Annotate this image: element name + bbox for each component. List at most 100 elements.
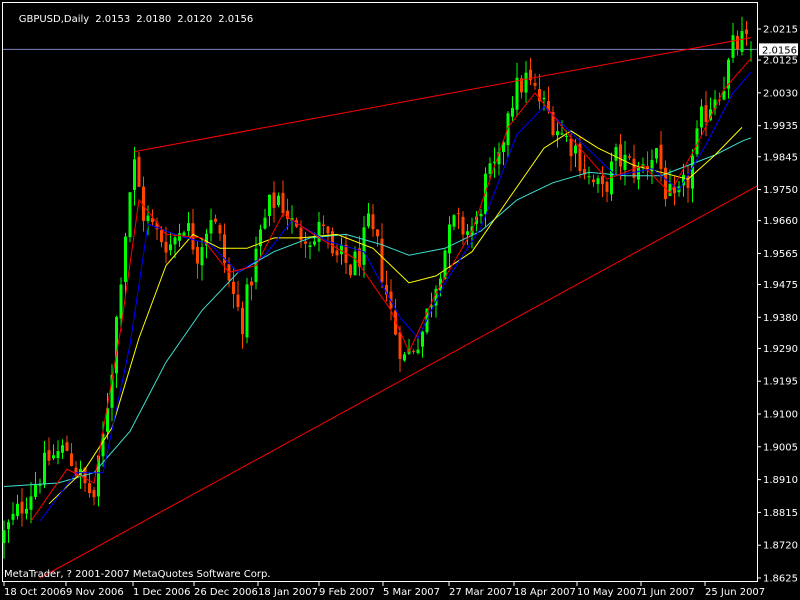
candle-body [11, 513, 15, 520]
lower-trendline [39, 185, 758, 579]
candle-body [637, 166, 640, 180]
x-tick-label: 27 Mar 2007 [449, 587, 512, 598]
candle [533, 73, 537, 90]
candle [466, 223, 469, 245]
candle [92, 486, 96, 506]
candle-body [2, 530, 6, 544]
y-tick-label: 1.9100 [763, 409, 798, 420]
candle-body [133, 159, 136, 190]
chart-window[interactable]: 2.0215 2.0125 2.0030 1.9935 1.9845 1.9750 1.96… [0, 0, 800, 600]
candle-body [182, 232, 186, 236]
candle [187, 212, 190, 237]
x-tick-label: 25 Jun 2007 [705, 587, 765, 598]
ma-long-line [3, 137, 752, 487]
candle-body [178, 233, 181, 241]
candle [29, 482, 33, 524]
candle [20, 488, 24, 527]
candle [740, 16, 744, 56]
candle [137, 152, 141, 187]
price-chart[interactable]: 2.0215 2.0125 2.0030 1.9935 1.9845 1.9750 1.96… [0, 0, 800, 600]
candle [592, 174, 595, 188]
candle-body [43, 452, 46, 485]
candle-body [322, 224, 325, 226]
candle-body [245, 284, 249, 338]
candle [308, 241, 312, 260]
ma-medium-line [39, 71, 752, 522]
candle [605, 180, 609, 203]
candle-body [187, 223, 190, 232]
candle [745, 20, 748, 46]
candle-body [16, 503, 19, 516]
candle-body [25, 508, 28, 514]
candle [88, 472, 91, 498]
candle [38, 478, 42, 494]
candle-body [250, 281, 253, 286]
candle-body [623, 154, 627, 170]
candle-body [371, 214, 375, 230]
candle-body [308, 245, 312, 247]
candle [385, 270, 388, 302]
candle-body [524, 72, 528, 93]
candle [133, 146, 136, 206]
candle-body [34, 484, 37, 497]
y-tick-label: 1.8910 [763, 475, 798, 486]
candle [727, 57, 730, 99]
candle [452, 214, 456, 231]
candle [128, 192, 132, 243]
candle [52, 444, 55, 461]
candle-body [52, 455, 55, 459]
candle-body [169, 244, 172, 251]
candle-body [232, 281, 235, 294]
candle [272, 181, 276, 223]
candle-body [664, 167, 667, 200]
candle-body [614, 147, 618, 161]
candle-body [92, 490, 96, 498]
candle [497, 142, 501, 176]
candle-body [376, 229, 379, 237]
candle-body [349, 264, 352, 276]
candle [524, 61, 528, 103]
candle [538, 74, 541, 110]
candle-body [448, 224, 451, 254]
candle-body [362, 227, 366, 265]
candle-body [209, 219, 213, 234]
candle [412, 349, 415, 355]
y-tick-label: 1.9845 [763, 152, 798, 163]
candle [70, 443, 73, 467]
candle-body [457, 213, 460, 215]
high-value: 2.0180 [136, 14, 172, 25]
candle-body [268, 194, 271, 217]
candle-body [592, 179, 595, 183]
candle [245, 277, 249, 344]
x-tick-label: 1 Jun 2007 [641, 587, 695, 598]
candle-body [214, 218, 217, 222]
candle-body [56, 451, 60, 459]
candle [479, 208, 483, 224]
x-tick-label: 5 Mar 2007 [383, 587, 440, 598]
candle-body [20, 501, 24, 514]
candle [362, 216, 366, 278]
candle-body [574, 145, 577, 154]
candle [335, 244, 339, 263]
candle [263, 209, 267, 230]
candle-body [313, 241, 316, 245]
candle-body [745, 29, 748, 34]
x-tick-label: 10 May 2007 [577, 587, 642, 598]
y-tick-label: 1.9380 [763, 313, 798, 324]
candle-body [479, 213, 483, 217]
symbol-timeframe: GBPUSD,Daily [18, 14, 90, 25]
candle-body [668, 183, 672, 196]
y-tick-label: 1.9935 [763, 121, 798, 132]
candle-body [515, 77, 519, 110]
candle [664, 160, 667, 207]
candle [587, 166, 591, 185]
candle [457, 207, 460, 229]
open-value: 2.0153 [95, 14, 131, 25]
candle-body [164, 241, 168, 253]
x-tick-label: 18 Apr 2007 [514, 587, 576, 598]
x-tick-label: 18 Jan 2007 [258, 587, 318, 598]
candle-body [272, 192, 276, 208]
candle [236, 280, 240, 312]
candle-body [700, 106, 703, 128]
candle-body [542, 97, 546, 100]
